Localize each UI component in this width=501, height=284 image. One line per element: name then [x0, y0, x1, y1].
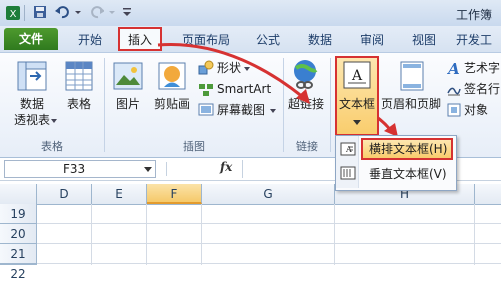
column-header[interactable]: G	[202, 184, 335, 204]
menu-item-vertical-textbox[interactable]: 垂直文本框(V)	[369, 163, 453, 185]
name-box[interactable]: F33	[4, 160, 156, 178]
vertical-textbox-icon	[340, 166, 356, 180]
row-header[interactable]: 19	[0, 204, 37, 224]
column-header-selected[interactable]: F	[147, 184, 202, 204]
grid-line	[334, 204, 335, 265]
grid-line	[37, 263, 501, 264]
grid-line	[37, 243, 501, 244]
grid-line	[91, 204, 92, 265]
grid-line	[474, 204, 475, 265]
select-all-corner[interactable]	[0, 184, 37, 204]
column-header[interactable]: E	[92, 184, 147, 204]
grid-line	[201, 204, 202, 265]
formula-separator	[166, 162, 167, 176]
grid-line	[146, 204, 147, 265]
name-box-dropdown-icon[interactable]	[143, 165, 153, 173]
menu-item-horizontal-textbox[interactable]: 横排文本框(H)	[369, 138, 453, 160]
annotation-arrows	[157, 42, 398, 137]
name-box-value: F33	[63, 162, 86, 176]
horizontal-textbox-icon: A	[340, 142, 356, 156]
row-header[interactable]: 20	[0, 224, 37, 244]
grid-line	[37, 223, 501, 224]
row-header[interactable]: 21	[0, 244, 37, 264]
insert-function-button[interactable]: fx	[220, 160, 232, 174]
column-header[interactable]: D	[37, 184, 92, 204]
